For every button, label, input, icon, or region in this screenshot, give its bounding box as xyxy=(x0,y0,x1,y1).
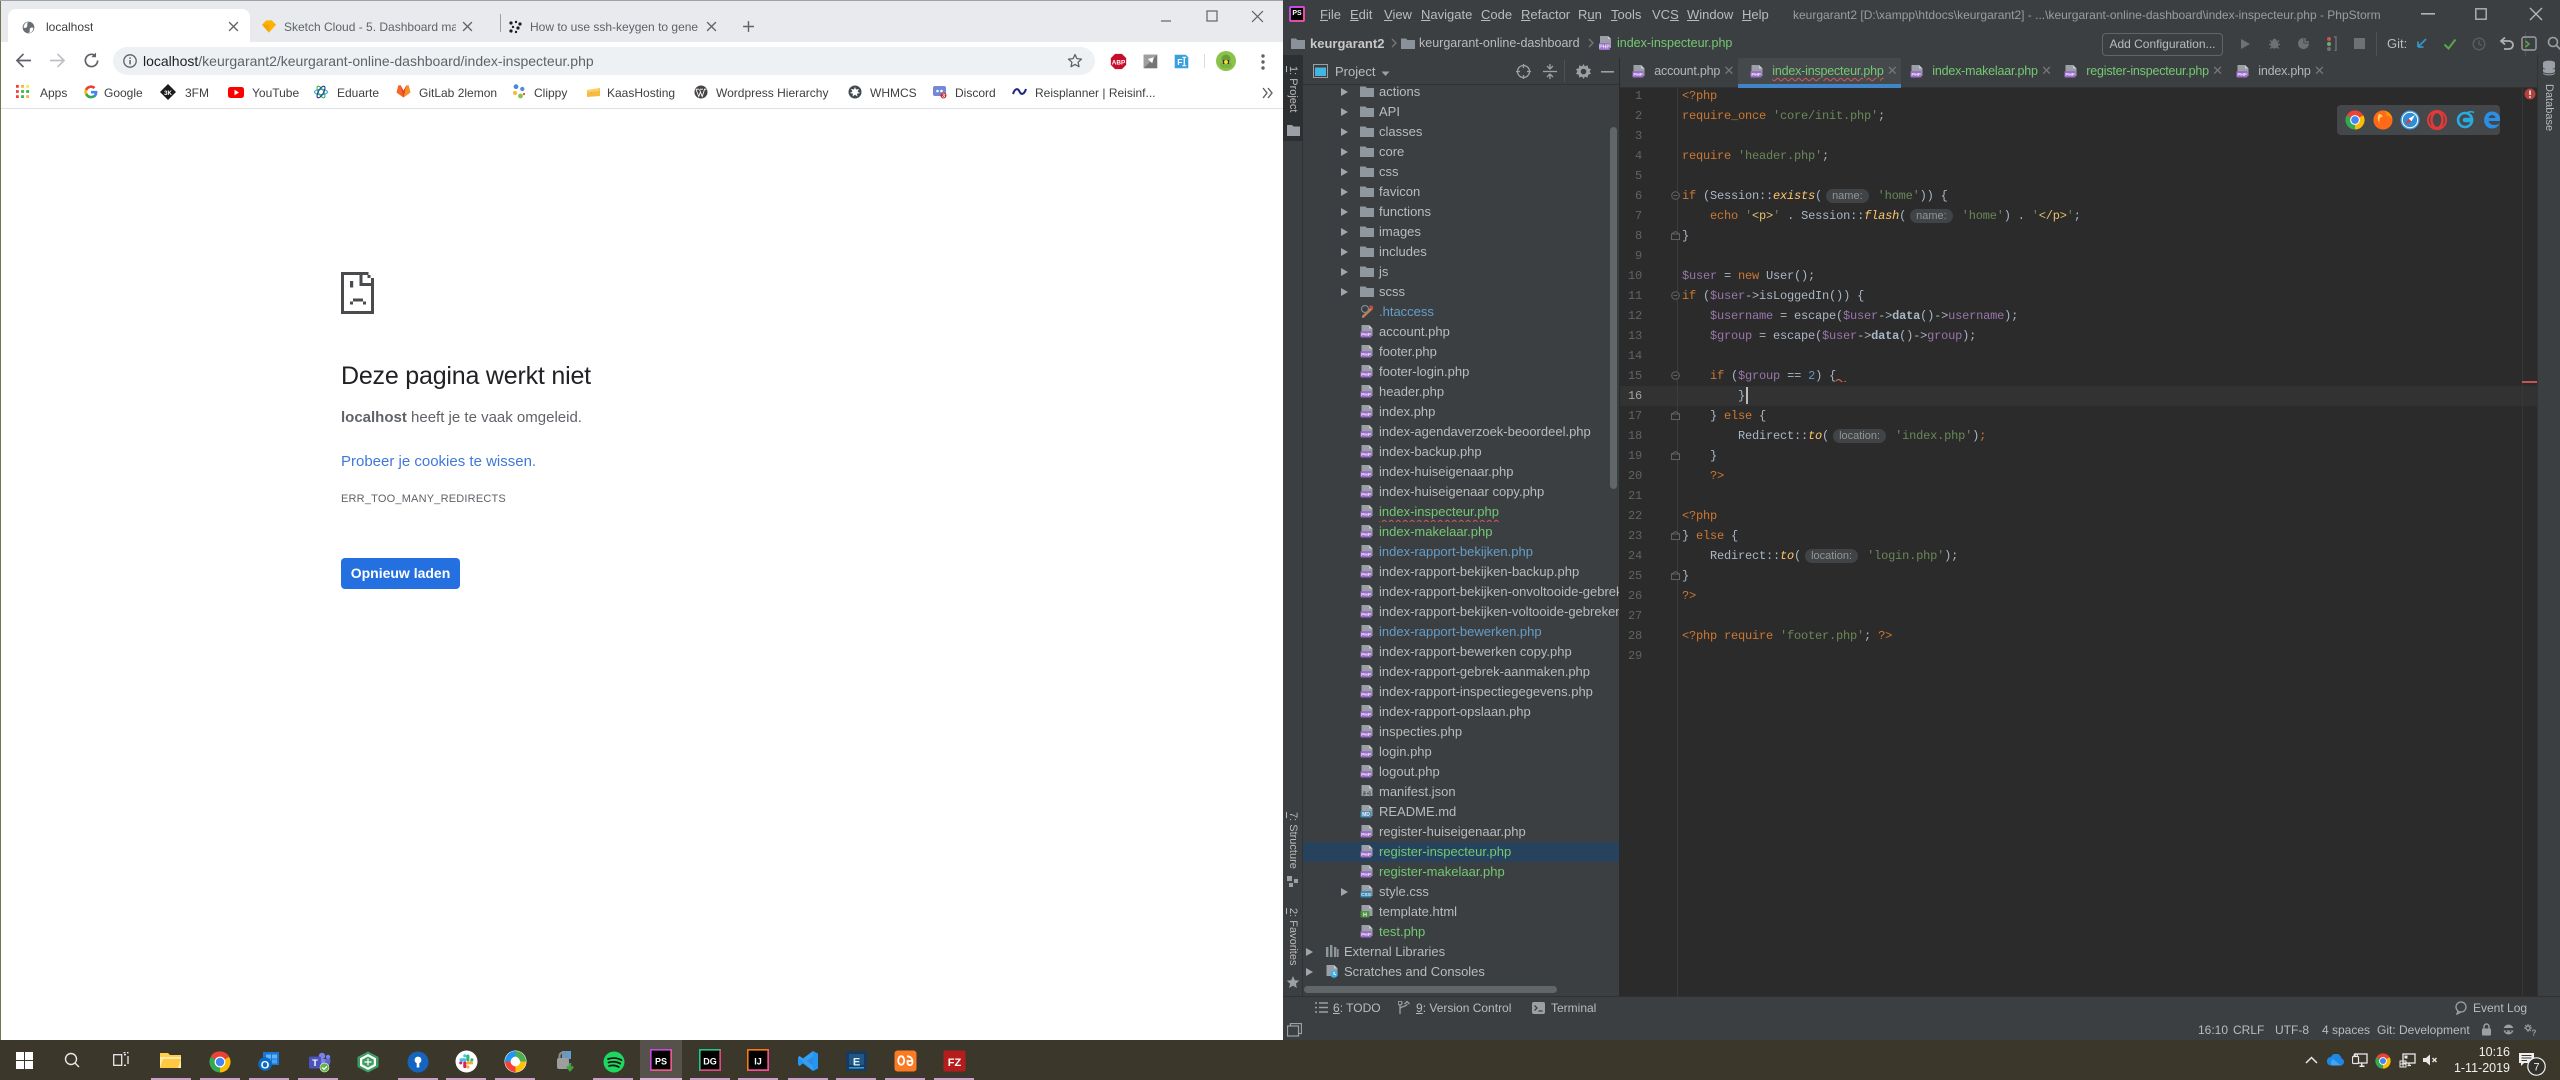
svg-text:3: 3 xyxy=(942,94,945,99)
svg-text:T: T xyxy=(312,1058,318,1069)
svg-text:ABP: ABP xyxy=(1112,59,1126,66)
svg-text:F: F xyxy=(1177,57,1182,67)
svg-text:PHP: PHP xyxy=(1599,45,1610,51)
svg-text:O: O xyxy=(261,1059,270,1071)
svg-text:E: E xyxy=(853,1057,860,1069)
svg-text:7: 7 xyxy=(2533,1062,2539,1074)
svg-text:?: ? xyxy=(2532,1029,2537,1037)
svg-text:PS: PS xyxy=(655,1056,667,1066)
svg-text:3K: 3K xyxy=(164,91,172,97)
svg-text:IJ: IJ xyxy=(754,1056,762,1066)
svg-text:DG: DG xyxy=(703,1056,717,1066)
svg-text:FZ: FZ xyxy=(948,1057,962,1069)
